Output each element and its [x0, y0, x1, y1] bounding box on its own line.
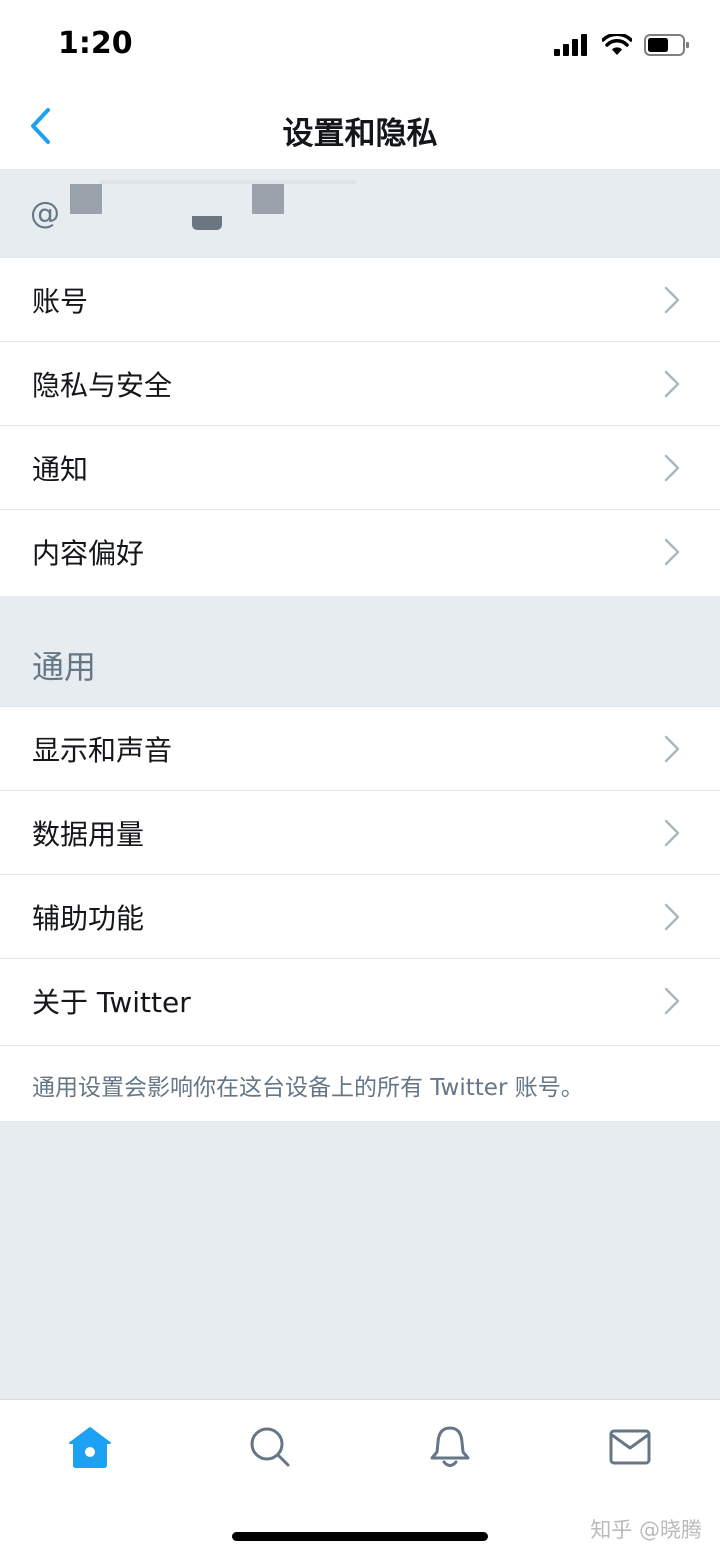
redaction-block: [70, 184, 102, 214]
tab-search[interactable]: [245, 1422, 295, 1472]
bell-icon: [430, 1426, 470, 1467]
chevron-right-icon: [664, 370, 680, 398]
cellular-signal-icon: [554, 34, 587, 56]
wifi-icon: [602, 34, 632, 55]
settings-row-privacy-security[interactable]: 隐私与安全: [0, 342, 720, 426]
page-title: 设置和隐私: [282, 116, 438, 152]
row-label: 显示和声音: [32, 734, 173, 767]
settings-row-notifications[interactable]: 通知: [0, 426, 720, 510]
row-label: 辅助功能: [32, 902, 145, 935]
empty-background: [0, 1122, 720, 1399]
chevron-right-icon: [664, 735, 680, 763]
row-label: 数据用量: [32, 818, 145, 851]
chevron-right-icon: [664, 819, 680, 847]
redaction-line: [100, 180, 356, 184]
status-icons: [554, 30, 690, 60]
chevron-right-icon: [664, 454, 680, 482]
redaction-block: [252, 184, 284, 214]
status-time: 1:20: [58, 26, 133, 61]
chevron-right-icon: [664, 903, 680, 931]
nav-bar: 设置和隐私: [0, 88, 720, 170]
tab-messages[interactable]: [605, 1422, 655, 1472]
account-handle-prefix: @: [30, 196, 60, 231]
row-label: 内容偏好: [32, 537, 145, 570]
settings-row-display-sound[interactable]: 显示和声音: [0, 707, 720, 791]
tab-home[interactable]: [65, 1422, 115, 1472]
battery-icon: [644, 34, 689, 56]
settings-row-about-twitter[interactable]: 关于 Twitter: [0, 959, 720, 1046]
watermark-text: 知乎 @晓腾: [590, 1518, 702, 1542]
chevron-right-icon: [664, 538, 680, 566]
section-header-general: 通用: [0, 596, 720, 707]
account-header: @: [0, 170, 720, 258]
tab-notifications[interactable]: [425, 1422, 475, 1472]
chevron-right-icon: [664, 286, 680, 314]
home-icon: [69, 1427, 111, 1468]
settings-row-account[interactable]: 账号: [0, 258, 720, 342]
footnote-text: 通用设置会影响你在这台设备上的所有 Twitter 账号。: [32, 1075, 584, 1101]
row-label: 关于 Twitter: [32, 986, 191, 1019]
row-label: 隐私与安全: [32, 369, 173, 402]
settings-row-data-usage[interactable]: 数据用量: [0, 791, 720, 875]
general-settings-footnote: 通用设置会影响你在这台设备上的所有 Twitter 账号。: [0, 1046, 720, 1122]
search-icon: [250, 1427, 290, 1467]
status-bar: 1:20: [0, 0, 720, 88]
section-title: 通用: [32, 648, 97, 686]
home-indicator: [232, 1532, 488, 1541]
row-label: 账号: [32, 285, 89, 318]
settings-row-accessibility[interactable]: 辅助功能: [0, 875, 720, 959]
mail-icon: [609, 1429, 651, 1465]
row-label: 通知: [32, 453, 89, 486]
redaction-block: [192, 216, 222, 230]
chevron-right-icon: [664, 987, 680, 1015]
settings-row-content-preferences[interactable]: 内容偏好: [0, 510, 720, 594]
